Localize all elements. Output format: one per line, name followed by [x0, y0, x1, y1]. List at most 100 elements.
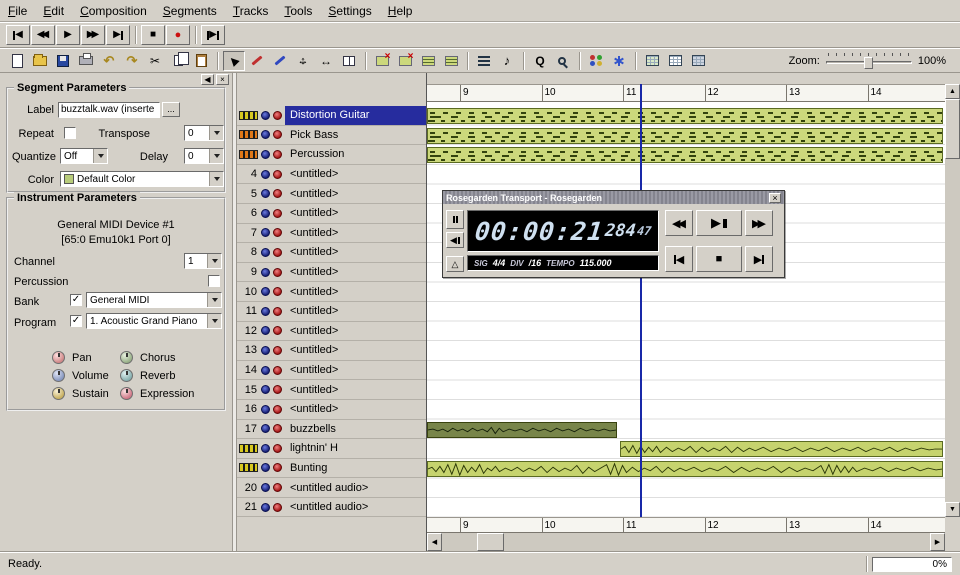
open-in-percussion-matrix-button[interactable] [664, 51, 686, 71]
resize-tool-button[interactable]: ↔ [315, 51, 337, 71]
track-name[interactable]: <untitled> [285, 361, 426, 380]
track-mute-led[interactable] [261, 287, 270, 296]
redo-button[interactable]: ↷ [121, 51, 143, 71]
delay-dropdown[interactable]: 0 [184, 148, 224, 164]
track-row[interactable]: 6 <untitled> [237, 204, 426, 224]
track-row[interactable]: Distortion Guitar [237, 106, 426, 126]
track-row[interactable]: 17 buzzbells [237, 420, 426, 440]
track-record-led[interactable] [273, 228, 282, 237]
track-record-led[interactable] [273, 111, 282, 120]
scroll-left-button[interactable]: ◀ [427, 533, 442, 551]
track-mute-led[interactable] [261, 346, 270, 355]
track-name[interactable]: Pick Bass [285, 126, 426, 145]
track-mute-led[interactable] [261, 385, 270, 394]
transport-rewind-button[interactable]: ◀◀ [665, 210, 693, 236]
bank-dropdown[interactable]: General MIDI [86, 292, 222, 308]
track-name[interactable]: <untitled> [285, 204, 426, 223]
track-record-led[interactable] [273, 189, 282, 198]
segment-label-field[interactable]: buzztalk.wav (inserte [58, 102, 160, 118]
skip-to-end-button[interactable]: ▶ [106, 25, 130, 45]
quantize-q-button[interactable]: Q [529, 51, 551, 71]
stop-button[interactable]: ■ [141, 25, 165, 45]
track-row[interactable]: lightnin' H [237, 439, 426, 459]
label-browse-button[interactable]: ... [162, 102, 180, 117]
menu-help[interactable]: Help [380, 1, 421, 21]
track-name[interactable]: buzzbells [285, 420, 426, 439]
segment-percussion[interactable] [427, 147, 943, 163]
quantize-button[interactable] [473, 51, 495, 71]
percussion-checkbox[interactable] [208, 275, 220, 287]
track-mute-led[interactable] [261, 307, 270, 316]
track-mute-led[interactable] [261, 248, 270, 257]
zoom-slider-thumb[interactable] [864, 57, 873, 69]
vertical-scrollbar[interactable]: ▲ ▼ [945, 84, 960, 517]
track-mute-led[interactable] [261, 170, 270, 179]
track-record-led[interactable] [273, 424, 282, 433]
track-mute-led[interactable] [261, 463, 270, 472]
save-file-button[interactable] [52, 51, 74, 71]
expression-knob[interactable] [120, 387, 133, 400]
dropdown-arrow-button[interactable] [207, 293, 221, 307]
scroll-down-button[interactable]: ▼ [945, 502, 960, 517]
track-row[interactable]: 4 <untitled> [237, 165, 426, 185]
transport-close-button[interactable]: × [769, 193, 781, 203]
transport-ffwd-button[interactable]: ▶▶ [745, 210, 773, 236]
record-button[interactable]: ● [166, 25, 190, 45]
track-record-led[interactable] [273, 150, 282, 159]
channel-dropdown[interactable]: 1 [184, 253, 222, 269]
playback-position-line[interactable] [640, 84, 642, 517]
dropdown-arrow-button[interactable] [93, 149, 107, 163]
sustain-knob[interactable] [52, 387, 65, 400]
chorus-knob[interactable] [120, 351, 133, 364]
select-tool-button[interactable]: ◀ [223, 51, 245, 71]
track-mute-led[interactable] [261, 268, 270, 277]
draw-tool-button[interactable] [246, 51, 268, 71]
track-name[interactable]: <untitled> [285, 224, 426, 243]
color-dropdown[interactable]: Default Color [60, 171, 224, 187]
track-name[interactable]: <untitled> [285, 263, 426, 282]
track-name[interactable]: <untitled> [285, 184, 426, 203]
bank-checkbox[interactable] [70, 294, 82, 306]
erase-tool-button[interactable] [269, 51, 291, 71]
track-record-led[interactable] [273, 170, 282, 179]
fast-forward-button[interactable]: ▶▶ [81, 25, 105, 45]
play-button[interactable]: ▶ [56, 25, 80, 45]
open-in-event-list-button[interactable] [687, 51, 709, 71]
segment-lightnin-h[interactable] [620, 441, 943, 457]
transport-stop-button[interactable]: ■ [696, 246, 742, 272]
track-name[interactable]: <untitled> [285, 400, 426, 419]
track-row[interactable]: 16 <untitled> [237, 400, 426, 420]
dropdown-arrow-button[interactable] [209, 126, 223, 140]
top-bar-ruler[interactable]: 9101112131415 [427, 84, 945, 102]
track-name[interactable]: <untitled> [285, 243, 426, 262]
track-name[interactable]: <untitled> [285, 380, 426, 399]
track-mute-led[interactable] [261, 424, 270, 433]
track-name[interactable]: <untitled audio> [285, 478, 426, 497]
tempo-marker-button[interactable] [608, 51, 630, 71]
track-name[interactable]: <untitled> [285, 165, 426, 184]
transport-play-button[interactable]: ▶ [696, 210, 742, 236]
track-mute-led[interactable] [261, 326, 270, 335]
track-record-led[interactable] [273, 326, 282, 335]
zoom-slider[interactable] [826, 53, 912, 69]
dropdown-arrow-button[interactable] [207, 314, 221, 328]
track-record-led[interactable] [273, 405, 282, 414]
track-record-led[interactable] [273, 444, 282, 453]
track-mute-led[interactable] [261, 150, 270, 159]
dropdown-arrow-button[interactable] [207, 254, 221, 268]
new-file-button[interactable] [6, 51, 28, 71]
join-segments-button[interactable] [440, 51, 462, 71]
track-row[interactable]: 13 <untitled> [237, 341, 426, 361]
segment-buzzbells[interactable] [427, 422, 617, 438]
track-row[interactable]: 5 <untitled> [237, 184, 426, 204]
pan-knob[interactable] [52, 351, 65, 364]
panel-close-button[interactable]: × [216, 74, 229, 85]
open-in-matrix-button[interactable] [641, 51, 663, 71]
program-checkbox[interactable] [70, 315, 82, 327]
track-row[interactable]: 20 <untitled audio> [237, 478, 426, 498]
rescale-segment-button[interactable] [394, 51, 416, 71]
track-name[interactable]: lightnin' H [285, 439, 426, 458]
volume-knob[interactable] [52, 369, 65, 382]
menu-tracks[interactable]: Tracks [225, 1, 277, 21]
track-mute-led[interactable] [261, 130, 270, 139]
